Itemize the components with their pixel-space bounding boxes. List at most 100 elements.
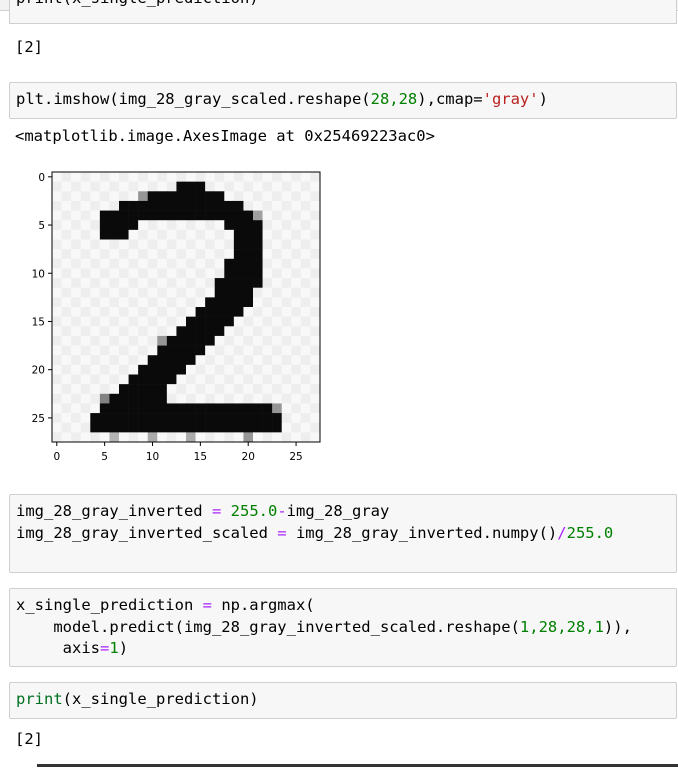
image-pixel <box>128 432 139 443</box>
image-pixel <box>262 413 273 424</box>
image-pixel <box>157 297 168 308</box>
image-pixel <box>119 316 129 327</box>
image-pixel <box>233 374 244 385</box>
image-pixel <box>281 326 292 337</box>
image-pixel <box>80 393 91 404</box>
image-pixel <box>233 335 244 346</box>
image-pixel <box>233 432 244 443</box>
image-pixel <box>71 268 82 279</box>
image-pixel <box>147 403 158 414</box>
image-pixel <box>128 210 139 221</box>
image-pixel <box>262 172 273 182</box>
image-pixel <box>52 191 62 202</box>
image-pixel <box>176 335 187 346</box>
image-pixel <box>205 191 216 202</box>
image-pixel <box>119 413 129 424</box>
image-pixel <box>176 258 187 269</box>
code-token: (x_single_prediction) <box>62 690 259 708</box>
imshow-input-cell[interactable]: plt.imshow(img_28_gray_scaled.reshape(28… <box>9 82 677 119</box>
image-pixel <box>176 316 187 327</box>
image-pixel <box>176 326 187 337</box>
image-pixel <box>262 422 273 433</box>
image-pixel <box>291 229 302 240</box>
image-pixel <box>147 393 158 404</box>
image-pixel <box>233 307 244 317</box>
image-pixel <box>262 345 273 356</box>
image-pixel <box>233 287 244 298</box>
image-pixel <box>52 220 62 231</box>
image-pixel <box>157 181 168 192</box>
image-pixel <box>176 432 187 443</box>
image-pixel <box>176 413 187 424</box>
image-pixel <box>233 200 244 211</box>
image-pixel <box>99 307 110 317</box>
image-pixel <box>214 181 225 192</box>
image-pixel <box>138 278 149 289</box>
image-pixel <box>253 335 263 346</box>
image-pixel <box>224 393 235 404</box>
print-input-cell[interactable]: print(x_single_prediction) <box>9 682 677 719</box>
image-pixel <box>195 229 206 240</box>
image-pixel <box>272 229 283 240</box>
image-pixel <box>272 268 283 279</box>
image-pixel <box>71 239 82 250</box>
previous-input-cell[interactable]: print(x_single_prediction) <box>9 0 677 24</box>
image-pixel <box>253 200 263 211</box>
image-pixel <box>281 432 292 443</box>
image-pixel <box>281 239 292 250</box>
image-pixel <box>71 393 82 404</box>
image-pixel <box>52 374 62 385</box>
image-pixel <box>128 403 139 414</box>
image-pixel <box>205 413 216 424</box>
image-pixel <box>52 200 62 211</box>
image-pixel <box>138 172 149 182</box>
image-pixel <box>281 422 292 433</box>
image-pixel <box>99 200 110 211</box>
image-pixel <box>195 413 206 424</box>
invert-input-cell[interactable]: img_28_gray_inverted = 255.0-img_28_gray… <box>9 494 677 573</box>
image-pixel <box>233 384 244 395</box>
image-pixel <box>99 287 110 298</box>
image-pixel <box>253 355 263 366</box>
image-pixel <box>262 326 273 337</box>
image-pixel <box>272 172 283 182</box>
image-pixel <box>71 413 82 424</box>
image-pixel <box>300 191 311 202</box>
image-pixel <box>253 345 263 356</box>
image-pixel <box>138 364 149 375</box>
image-pixel <box>186 413 196 424</box>
image-pixel <box>61 355 72 366</box>
image-pixel <box>291 258 302 269</box>
image-pixel <box>166 384 177 395</box>
image-pixel <box>71 172 82 182</box>
image-pixel <box>272 210 283 221</box>
image-pixel <box>119 172 129 182</box>
image-pixel <box>205 335 216 346</box>
image-pixel <box>147 287 158 298</box>
image-pixel <box>90 181 101 192</box>
image-pixel <box>99 316 110 327</box>
image-pixel <box>262 335 273 346</box>
image-pixel <box>99 258 110 269</box>
image-pixel <box>80 364 91 375</box>
image-pixel <box>310 364 321 375</box>
image-pixel <box>138 384 149 395</box>
image-pixel <box>291 191 302 202</box>
predict-input-cell[interactable]: x_single_prediction = np.argmax( model.p… <box>9 588 677 667</box>
image-pixel <box>253 422 263 433</box>
image-pixel <box>300 258 311 269</box>
image-pixel <box>128 258 139 269</box>
image-pixel <box>214 191 225 202</box>
code-token: np.argmax( <box>211 596 315 614</box>
image-pixel <box>186 191 196 202</box>
image-pixel <box>176 229 187 240</box>
image-pixel <box>52 432 62 443</box>
image-pixel <box>205 374 216 385</box>
image-pixel <box>224 413 235 424</box>
image-pixel <box>147 278 158 289</box>
image-pixel <box>281 345 292 356</box>
image-pixel <box>186 210 196 221</box>
image-pixel <box>272 432 283 443</box>
image-pixel <box>262 432 273 443</box>
code-token: img_28_gray_inverted.numpy() <box>286 523 558 542</box>
